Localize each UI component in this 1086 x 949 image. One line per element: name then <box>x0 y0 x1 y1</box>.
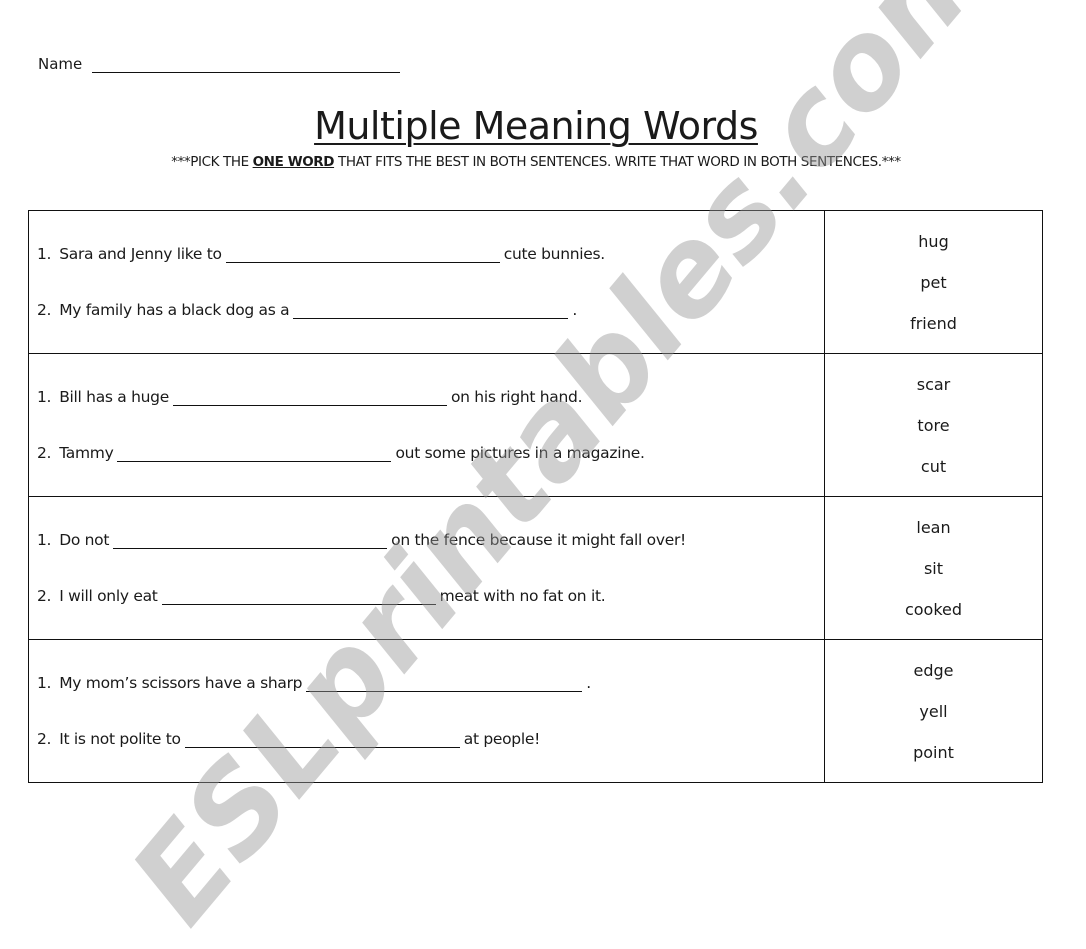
question-row: 1. My mom’s scissors have a sharp. 2. It is… <box>28 639 1043 783</box>
word-choice: yell <box>919 701 948 721</box>
sentence: 1. My mom’s scissors have a sharp. <box>37 674 824 692</box>
worksheet-title-text: Multiple Meaning Words <box>314 104 758 148</box>
answer-blank[interactable] <box>161 590 436 605</box>
sentences-cell: 1. Sara and Jenny like to cute bunnies. 2. M… <box>28 210 825 354</box>
sentence-text-after: out some pictures in a magazine. <box>395 444 645 462</box>
worksheet-table: 1. Sara and Jenny like to cute bunnies. 2. M… <box>28 210 1043 783</box>
sentence-text-before: My family has a black dog as a <box>59 301 290 319</box>
instructions-suffix: THAT FITS THE BEST IN BOTH SENTENCES. WR… <box>334 154 901 170</box>
answer-blank[interactable] <box>306 677 583 692</box>
sentence-text-before: It is not polite to <box>59 730 181 748</box>
answer-blank[interactable] <box>117 447 392 462</box>
answer-blank[interactable] <box>113 534 388 549</box>
sentence: 2. My family has a black dog as a. <box>37 301 824 319</box>
sentences-cell: 1. Do not on the fence because it might fa… <box>28 496 825 640</box>
word-choice: cooked <box>904 599 963 619</box>
sentence-number: 2. <box>37 301 52 319</box>
sentence-text-before: Tammy <box>59 444 114 462</box>
word-choices-cell: scar tore cut <box>824 353 1043 497</box>
worksheet-title: Multiple Meaning Words <box>0 104 1072 148</box>
sentence-text-before: Do not <box>59 531 110 549</box>
word-choice: pet <box>920 272 947 292</box>
word-choice: cut <box>920 456 947 476</box>
sentence-text-before: My mom’s scissors have a sharp <box>59 674 303 692</box>
sentence: 1. Bill has a huge on his right hand. <box>37 388 824 406</box>
name-field-row: Name <box>38 55 401 73</box>
sentences-cell: 1. My mom’s scissors have a sharp. 2. It is… <box>28 639 825 783</box>
sentence-number: 2. <box>37 730 52 748</box>
instructions-prefix: ***PICK THE <box>171 154 253 170</box>
word-choices-cell: edge yell point <box>824 639 1043 783</box>
sentence-text-before: Bill has a huge <box>59 388 169 406</box>
word-choice: friend <box>910 313 957 333</box>
sentence-number: 1. <box>37 245 52 263</box>
name-label: Name <box>38 55 83 73</box>
word-choice: hug <box>918 231 949 251</box>
sentence-text-before: I will only eat <box>59 587 158 605</box>
word-choice: point <box>913 742 954 762</box>
sentence-number: 1. <box>37 388 52 406</box>
sentence-text-after: meat with no fat on it. <box>439 587 606 605</box>
word-choice: tore <box>917 415 950 435</box>
answer-blank[interactable] <box>293 304 569 319</box>
sentence: 2. It is not polite to at people! <box>37 730 824 748</box>
sentence: 1. Do not on the fence because it might fa… <box>37 531 824 549</box>
sentence-text-after: . <box>572 301 577 319</box>
sentence-text-after: at people! <box>463 730 541 748</box>
instructions: ***PICK THE ONE WORD THAT FITS THE BEST … <box>0 154 1072 170</box>
answer-blank[interactable] <box>225 248 500 263</box>
sentences-cell: 1. Bill has a huge on his right hand. 2. Tam… <box>28 353 825 497</box>
word-choice: sit <box>923 558 944 578</box>
sentence-text-before: Sara and Jenny like to <box>59 245 222 263</box>
instructions-emphasis: ONE WORD <box>252 154 335 170</box>
answer-blank[interactable] <box>172 391 447 406</box>
answer-blank[interactable] <box>184 733 460 748</box>
sentence: 2. Tammy out some pictures in a magazine. <box>37 444 824 462</box>
word-choices-cell: hug pet friend <box>824 210 1043 354</box>
sentence-number: 1. <box>37 531 52 549</box>
sentence: 2. I will only eat meat with no fat on it. <box>37 587 824 605</box>
sentence-text-after: on his right hand. <box>450 388 583 406</box>
sentence-number: 2. <box>37 587 52 605</box>
sentence-text-after: on the fence because it might fall over! <box>391 531 686 549</box>
question-row: 1. Sara and Jenny like to cute bunnies. 2. M… <box>28 210 1043 354</box>
word-choices-cell: lean sit cooked <box>824 496 1043 640</box>
word-choice: edge <box>913 660 954 680</box>
question-row: 1. Bill has a huge on his right hand. 2. Tam… <box>28 353 1043 497</box>
sentence-number: 1. <box>37 674 52 692</box>
question-row: 1. Do not on the fence because it might fa… <box>28 496 1043 640</box>
sentence: 1. Sara and Jenny like to cute bunnies. <box>37 245 824 263</box>
word-choice: lean <box>916 517 951 537</box>
sentence-number: 2. <box>37 444 52 462</box>
name-blank-line[interactable] <box>92 56 401 73</box>
word-choice: scar <box>916 374 951 394</box>
sentence-text-after: . <box>586 674 591 692</box>
sentence-text-after: cute bunnies. <box>503 245 605 263</box>
